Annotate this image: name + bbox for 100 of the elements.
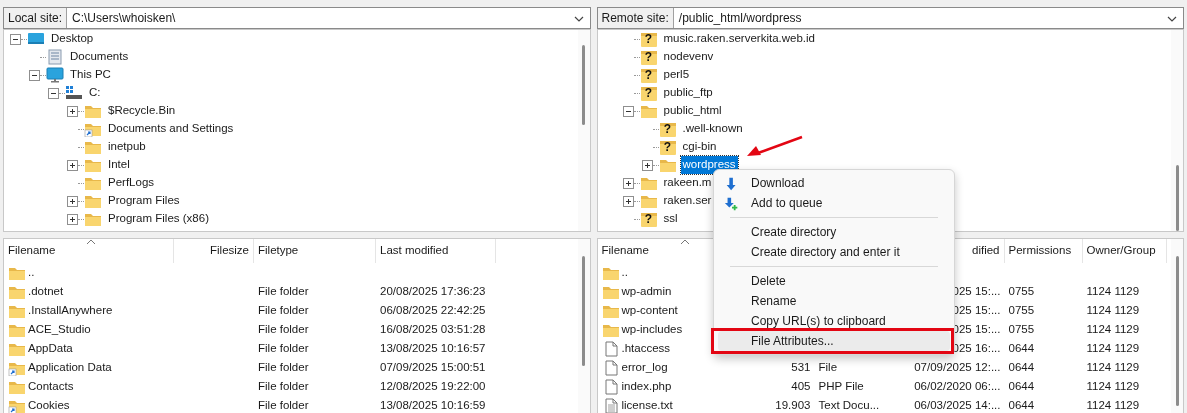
question-mark: ? (644, 211, 653, 227)
table-cell: 1124 1129 (1086, 398, 1140, 411)
tree-item[interactable]: Documents and Settings (106, 120, 236, 138)
column-header[interactable]: Filename (8, 242, 56, 260)
unknown-folder-icon (658, 139, 677, 156)
tree-item[interactable]: raken.ser (661, 192, 714, 210)
expand-icon[interactable] (622, 177, 634, 189)
add-to-queue-icon (724, 196, 740, 212)
table-cell: File folder (258, 303, 309, 316)
table-cell: 0755 (1008, 284, 1035, 297)
tree-item[interactable]: public_html (661, 102, 724, 120)
file-name[interactable]: wp-includes (621, 320, 683, 339)
table-cell: 0644 (1008, 341, 1035, 354)
scrollbar-thumb[interactable] (582, 256, 585, 366)
table-cell: File (818, 360, 838, 373)
expand-icon[interactable] (67, 213, 78, 225)
tree-item[interactable]: nodevenv (661, 48, 716, 66)
table-cell: 07/09/2025 15:00:51 (380, 360, 486, 373)
file-name[interactable]: wp-admin (621, 282, 672, 301)
tree-item[interactable]: cgi-bin (680, 138, 719, 156)
table-cell: Text Docu... (818, 398, 880, 411)
question-mark: ? (663, 121, 672, 137)
tree-item[interactable]: Program Files (106, 192, 182, 210)
folder-icon (84, 175, 102, 191)
collapse-icon[interactable] (622, 105, 634, 117)
file-name[interactable]: .. (621, 263, 628, 282)
document-icon (46, 49, 64, 65)
file-name[interactable]: Application Data (28, 358, 112, 377)
tree-item[interactable]: This PC (68, 66, 113, 84)
expand-icon[interactable] (67, 195, 78, 207)
collapse-icon[interactable] (10, 33, 21, 45)
menu-item[interactable]: Copy URL(s) to clipboard (718, 311, 950, 331)
drive-icon (65, 85, 83, 101)
table-cell: File folder (258, 398, 309, 411)
scrollbar-thumb[interactable] (1175, 165, 1179, 231)
folder-icon (658, 157, 677, 173)
tree-item[interactable]: Intel (106, 156, 132, 174)
tree-item[interactable]: .well-known (680, 120, 745, 138)
expand-icon[interactable] (641, 159, 653, 171)
expand-icon[interactable] (622, 195, 634, 207)
tree-item[interactable]: public_ftp (661, 84, 715, 102)
tree-item[interactable]: $Recycle.Bin (106, 102, 178, 120)
column-header[interactable]: Filesize (210, 242, 249, 260)
menu-item[interactable]: Download (718, 173, 950, 193)
folder-icon (639, 193, 658, 209)
monitor-icon (46, 67, 64, 83)
table-cell: File folder (258, 341, 309, 354)
column-header[interactable]: Permissions (1008, 242, 1072, 260)
file-name[interactable]: .htaccess (621, 339, 671, 358)
unknown-folder-icon (639, 31, 658, 48)
menu-item[interactable]: Rename (718, 291, 950, 311)
table-cell: 0644 (1008, 379, 1035, 392)
file-name[interactable]: index.php (621, 377, 672, 396)
file-name[interactable]: .InstallAnywhere (28, 301, 113, 320)
table-cell: 0755 (1008, 322, 1035, 335)
table-cell: 1124 1129 (1086, 360, 1140, 373)
table-cell: File folder (258, 322, 309, 335)
tree-item[interactable]: rakeen.m (661, 174, 714, 192)
table-cell: 12/08/2025 19:22:00 (380, 379, 486, 392)
menu-item[interactable]: Delete (718, 271, 950, 291)
table-cell: 20/08/2025 17:36:23 (380, 284, 486, 297)
table-cell: 1124 1129 (1086, 379, 1140, 392)
file-name[interactable]: error_log (621, 358, 668, 377)
unknown-folder-icon (658, 121, 677, 138)
column-header[interactable]: Owner/Group (1086, 242, 1156, 260)
tree-item[interactable]: Documents (68, 48, 131, 66)
expand-icon[interactable] (67, 159, 78, 171)
collapse-icon[interactable] (48, 87, 59, 99)
scrollbar-thumb[interactable] (582, 45, 585, 125)
tree-item[interactable]: perl5 (661, 66, 692, 84)
file-name[interactable]: .dotnet (28, 282, 64, 301)
file-name[interactable]: wp-content (621, 301, 678, 320)
menu-item[interactable]: Create directory (718, 222, 950, 242)
scrollbar-thumb[interactable] (1175, 256, 1179, 406)
tree-item[interactable]: wordpress (680, 156, 738, 174)
menu-item[interactable]: Create directory and enter it (718, 242, 950, 262)
file-name[interactable]: Cookies (28, 396, 70, 413)
file-name[interactable]: AppData (28, 339, 73, 358)
file-name[interactable]: ACE_Studio (28, 320, 91, 339)
tree-item[interactable]: music.raken.serverkita.web.id (661, 30, 817, 48)
file-name[interactable]: license.txt (621, 396, 673, 413)
tree-item[interactable]: inetpub (106, 138, 148, 156)
table-cell: 0644 (1008, 360, 1035, 373)
tree-item[interactable]: Program Files (x86) (106, 210, 211, 228)
tree-item[interactable]: C: (87, 84, 103, 102)
file-name[interactable]: Contacts (28, 377, 74, 396)
tree-item[interactable]: PerfLogs (106, 174, 157, 192)
expand-icon[interactable] (67, 105, 78, 117)
tree-item[interactable]: Desktop (49, 30, 96, 48)
collapse-icon[interactable] (29, 69, 40, 81)
folder-icon (84, 157, 102, 173)
table-cell: File folder (258, 284, 309, 297)
column-header[interactable]: dified (972, 242, 1000, 260)
column-header[interactable]: Last modified (380, 242, 449, 260)
menu-item[interactable]: File Attributes... (718, 331, 950, 351)
tree-item[interactable]: ssl (661, 210, 680, 228)
menu-item[interactable]: Add to queue (718, 193, 950, 213)
column-header[interactable]: Filetype (258, 242, 299, 260)
column-header[interactable]: Filename (601, 242, 649, 260)
file-name[interactable]: .. (28, 263, 35, 282)
